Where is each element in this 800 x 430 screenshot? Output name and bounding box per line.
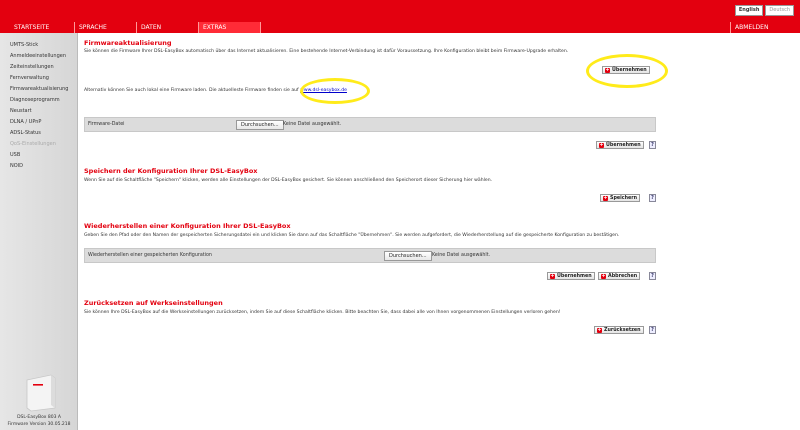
firmware-version: Firmware Version 30.05.218	[7, 422, 71, 427]
tab-daten[interactable]: DATEN	[137, 22, 199, 33]
device-name: DSL-EasyBox 803 A	[17, 415, 61, 420]
firmware-upload-apply-button[interactable]: + Übernehmen	[596, 141, 644, 149]
restore-file-label: Wiederherstellen einer gespeicherten Kon…	[88, 253, 212, 258]
restore-browse-button[interactable]: Durchsuchen...	[384, 251, 432, 261]
sidebar-item-qos[interactable]: QoS-Einstellungen	[10, 141, 56, 147]
sidebar-item-zeiteinstellungen[interactable]: Zeiteinstellungen	[10, 64, 54, 70]
plus-icon: +	[603, 195, 608, 201]
plus-icon: +	[601, 273, 606, 279]
save-description: Wenn Sie auf die Schaltfläche "Speichern…	[84, 178, 493, 183]
reset-button[interactable]: + Zurücksetzen	[594, 326, 644, 334]
sidebar-item-anmeldeeinstellungen[interactable]: Anmeldeeinstellungen	[10, 53, 66, 59]
sidebar-item-umts-stick[interactable]: UMTS-Stick	[10, 42, 38, 48]
firmware-browse-button[interactable]: Durchsuchen...	[236, 120, 284, 130]
sidebar-item-usb[interactable]: USB	[10, 152, 20, 158]
deutsch-button[interactable]: Deutsch	[765, 5, 794, 16]
restore-apply-button[interactable]: + Übernehmen	[547, 272, 595, 280]
restore-cancel-button[interactable]: + Abbrechen	[598, 272, 641, 280]
reset-title: Zurücksetzen auf Werkseinstellungen	[84, 299, 223, 307]
help-icon[interactable]: ?	[649, 194, 656, 202]
plus-icon: +	[599, 142, 604, 148]
save-title: Speichern der Konfiguration Ihrer DSL-Ea…	[84, 167, 258, 175]
plus-icon: +	[597, 327, 602, 333]
restore-title: Wiederherstellen einer Konfiguration Ihr…	[84, 222, 291, 230]
language-switch: English Deutsch	[734, 5, 794, 16]
tab-startseite[interactable]: STARTSEITE	[0, 22, 75, 33]
help-icon[interactable]: ?	[649, 326, 656, 334]
save-button[interactable]: + Speichern	[600, 194, 641, 202]
firmware-title: Firmwareaktualisierung	[84, 39, 172, 47]
sidebar-item-noid[interactable]: NOID	[10, 163, 23, 169]
reset-description: Sie können Ihre DSL-EasyBox auf die Werk…	[84, 310, 561, 315]
firmware-file-status: Keine Datei ausgewählt.	[283, 122, 342, 127]
sidebar-item-adsl-status[interactable]: ADSL-Status	[10, 130, 41, 136]
restore-file-status: Keine Datei ausgewählt.	[432, 253, 491, 258]
sidebar-item-neustart[interactable]: Neustart	[10, 108, 32, 114]
top-banner: English Deutsch	[0, 0, 800, 22]
firmware-file-row: Firmware-Datei Durchsuchen... Keine Date…	[84, 117, 656, 132]
highlight-circle-link	[300, 78, 370, 104]
english-button[interactable]: English	[734, 5, 764, 16]
sidebar-item-diagnoseprogramm[interactable]: Diagnoseprogramm	[10, 97, 60, 103]
sidebar: UMTS-Stick Anmeldeeinstellungen Zeiteins…	[0, 33, 78, 430]
tab-extras[interactable]: EXTRAS	[199, 22, 261, 33]
sidebar-item-fernverwaltung[interactable]: Fernverwaltung	[10, 75, 49, 81]
sidebar-item-firmwareaktualisierung[interactable]: Firmwareaktualisierung	[10, 86, 68, 92]
firmware-file-label: Firmware-Datei	[88, 122, 125, 127]
sidebar-item-dlna-upnp[interactable]: DLNA / UPnP	[10, 119, 41, 125]
firmware-description: Sie können die Firmware Ihrer DSL-EasyBo…	[84, 49, 569, 54]
help-icon[interactable]: ?	[649, 141, 656, 149]
logout-tab[interactable]: ABMELDEN	[730, 22, 800, 33]
router-image	[26, 374, 56, 412]
plus-icon: +	[550, 273, 555, 279]
help-icon[interactable]: ?	[649, 272, 656, 280]
restore-file-row: Wiederherstellen einer gespeicherten Kon…	[84, 248, 656, 263]
main-nav: STARTSEITE SPRACHE DATEN EXTRAS ABMELDEN	[0, 22, 800, 33]
highlight-circle-apply	[586, 54, 668, 88]
restore-description: Geben Sie den Pfad oder den Namen der ge…	[84, 233, 620, 238]
tab-sprache[interactable]: SPRACHE	[75, 22, 137, 33]
